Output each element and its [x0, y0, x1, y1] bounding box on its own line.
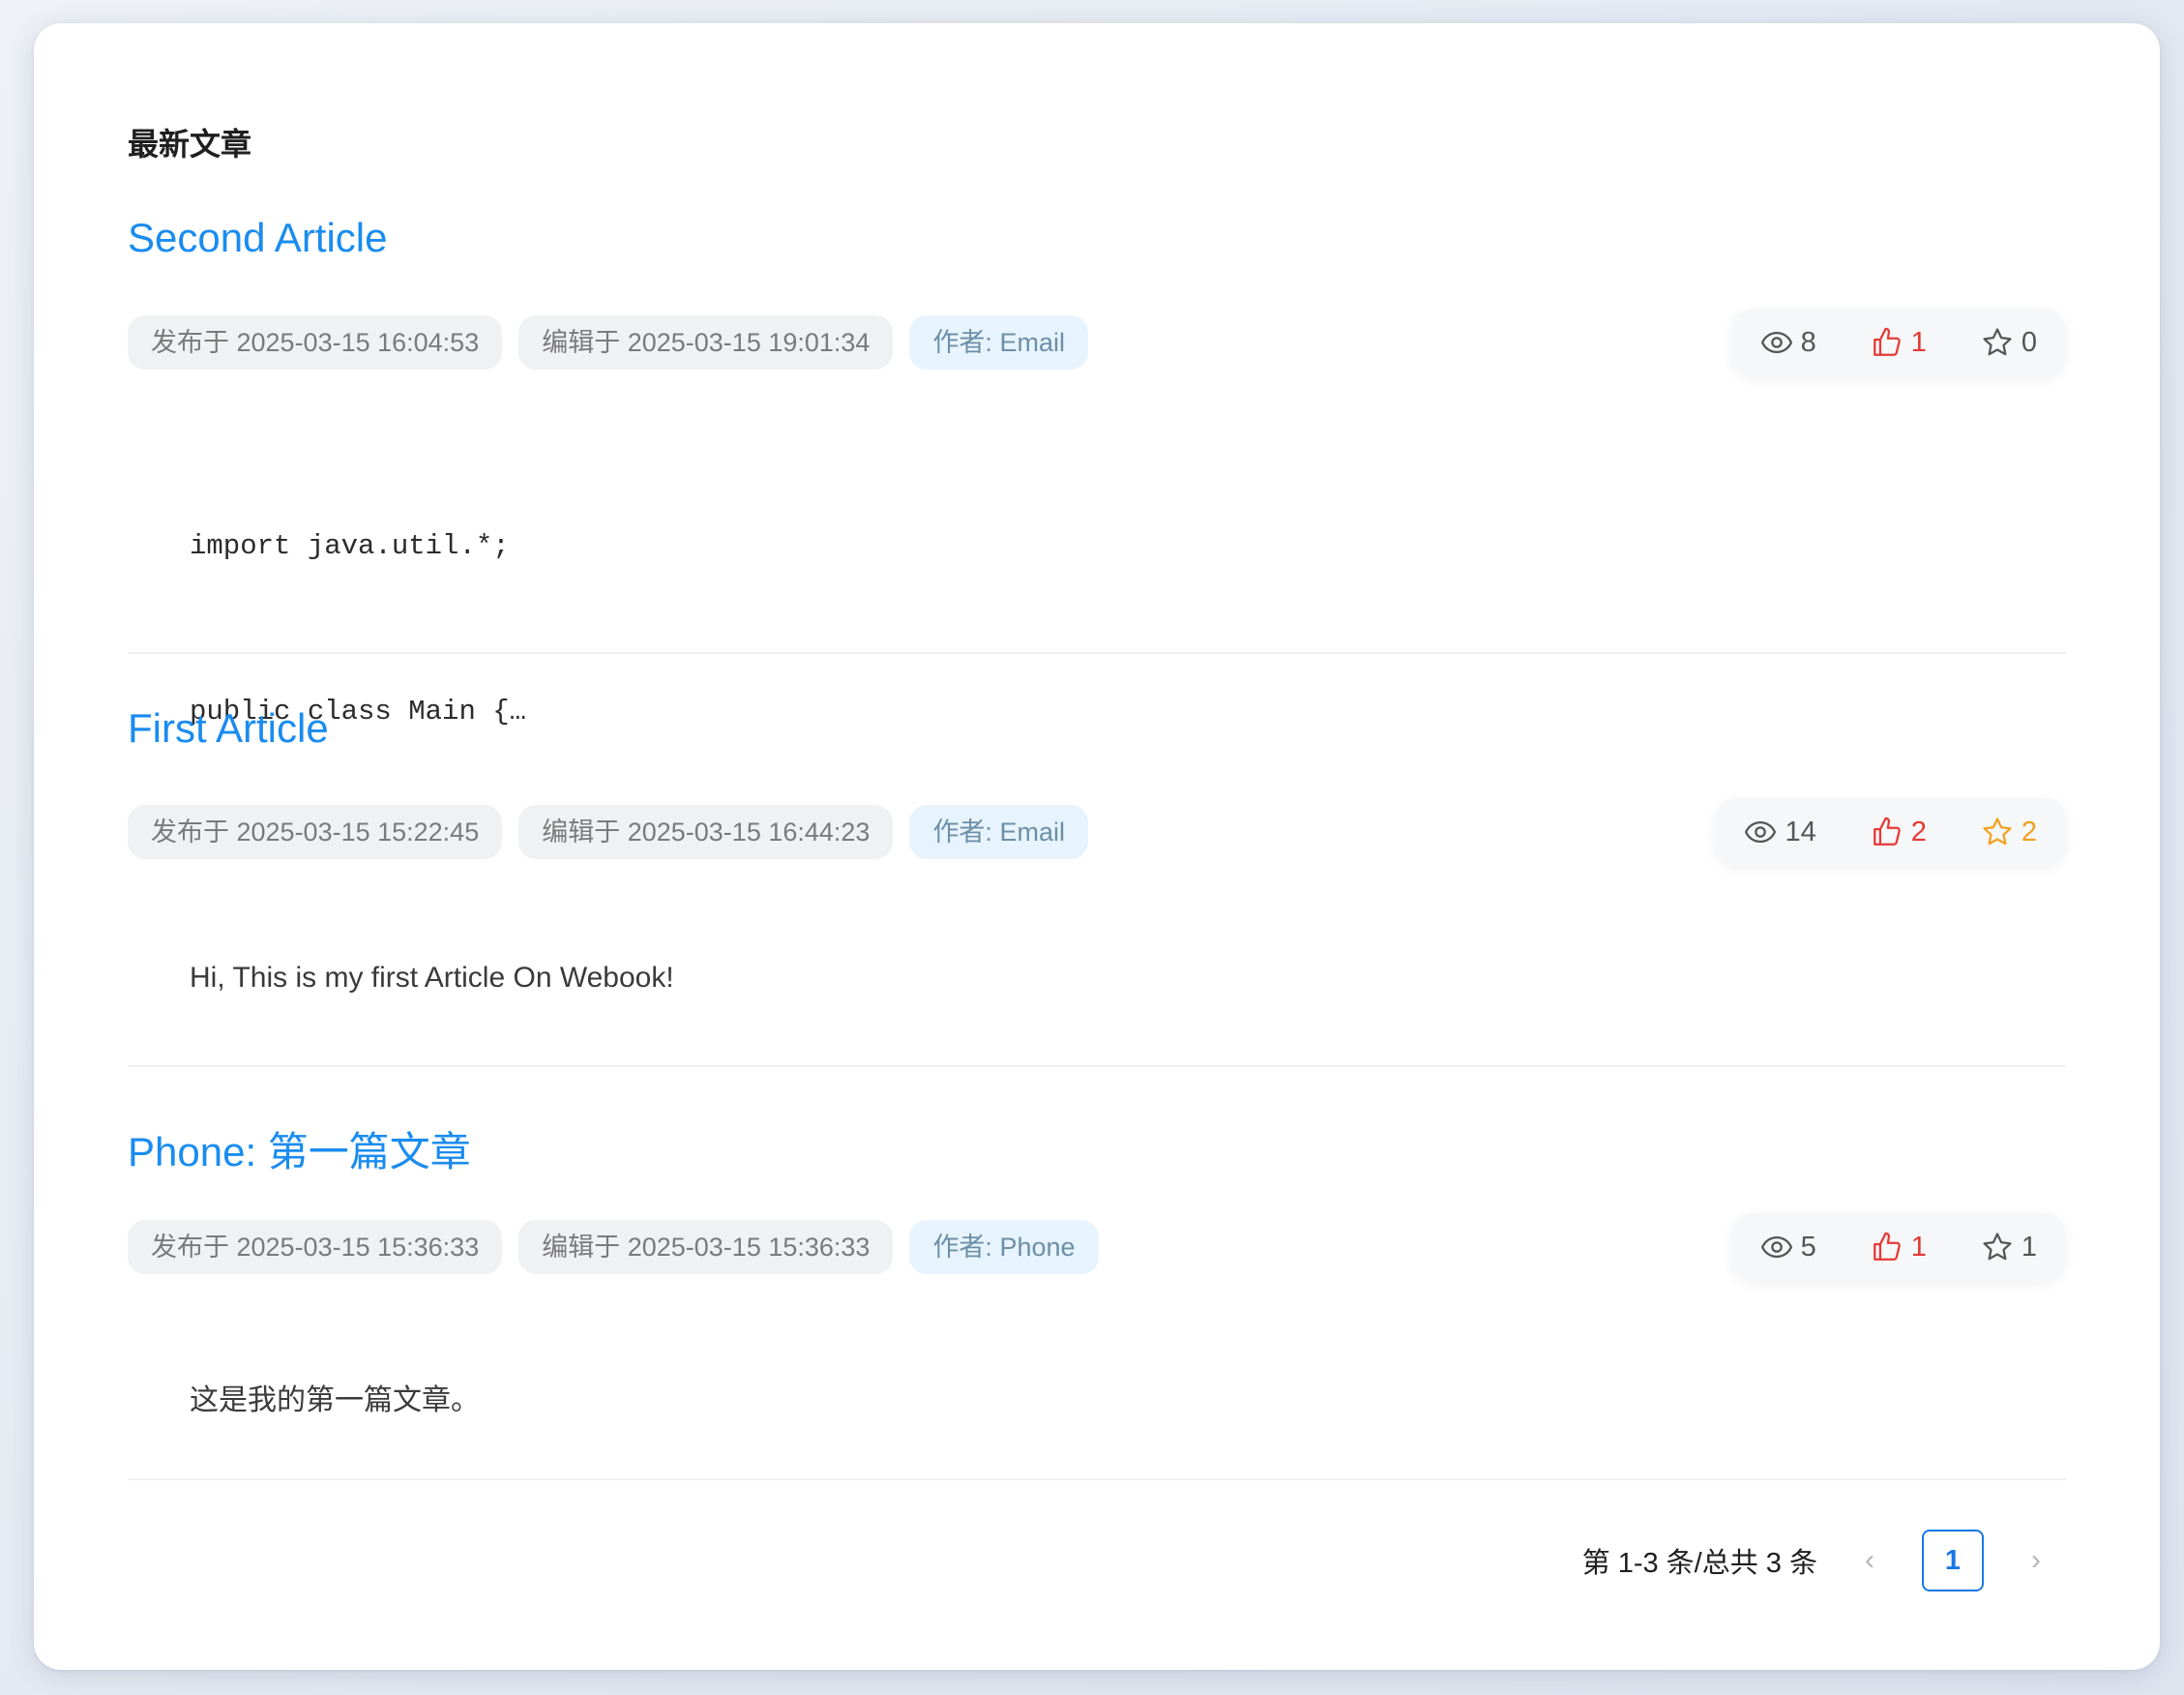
- favorites-count: 1: [2021, 1231, 2037, 1263]
- star-icon: [1983, 328, 2012, 356]
- favorites-count: 2: [2021, 816, 2037, 848]
- views-stat: 8: [1760, 326, 1816, 359]
- star-icon: [1983, 818, 2012, 846]
- likes-count: 2: [1910, 816, 1927, 848]
- like-button[interactable]: 2: [1871, 816, 1927, 848]
- published-tag: 发布于 2025-03-15 15:22:45: [128, 805, 503, 859]
- excerpt-line: import java.util.*;: [190, 530, 510, 562]
- article-stats: 14 2 2: [1715, 798, 2066, 866]
- author-tag: 作者: Email: [909, 315, 1088, 370]
- thumbs-up-icon: [1873, 327, 1901, 356]
- favorites-count: 0: [2021, 326, 2037, 358]
- views-stat: 5: [1760, 1231, 1816, 1264]
- likes-count: 1: [1910, 1231, 1927, 1263]
- like-button[interactable]: 1: [1871, 326, 1927, 359]
- favorite-button[interactable]: 2: [1981, 816, 2037, 848]
- thumbs-up-icon: [1873, 817, 1901, 846]
- thumbs-up-icon: [1873, 1232, 1901, 1261]
- edited-tag: 编辑于 2025-03-15 19:01:34: [518, 315, 894, 370]
- views-count: 5: [1800, 1231, 1816, 1263]
- article-stats: 5 1 1: [1730, 1213, 2066, 1281]
- article-meta: 发布于 2025-03-15 15:22:45 编辑于 2025-03-15 1…: [128, 805, 1088, 859]
- section-title: 最新文章: [128, 127, 252, 162]
- divider: [128, 652, 2066, 654]
- favorite-button[interactable]: 0: [1981, 326, 2037, 359]
- edited-tag: 编辑于 2025-03-15 16:44:23: [518, 805, 894, 859]
- likes-count: 1: [1910, 326, 1927, 358]
- article-excerpt: 这是我的第一篇文章。: [190, 1384, 480, 1416]
- article-meta: 发布于 2025-03-15 16:04:53 编辑于 2025-03-15 1…: [128, 315, 1088, 370]
- published-tag: 发布于 2025-03-15 15:36:33: [128, 1220, 503, 1274]
- views-stat: 14: [1744, 816, 1816, 848]
- pagination-total: 第 1-3 条/总共 3 条: [1581, 1548, 1817, 1579]
- views-count: 14: [1785, 816, 1816, 848]
- next-page-button[interactable]: ›: [2017, 1544, 2055, 1577]
- article-excerpt: Hi, This is my first Article On Webook!: [190, 962, 674, 994]
- divider: [128, 1478, 2066, 1480]
- eye-icon: [1760, 1235, 1792, 1259]
- author-tag: 作者: Email: [909, 805, 1088, 859]
- favorite-button[interactable]: 1: [1981, 1231, 2037, 1264]
- article-title-link[interactable]: Phone: 第一篇文章: [128, 1119, 471, 1178]
- article-stats: 8 1 0: [1730, 309, 2066, 376]
- eye-icon: [1745, 820, 1777, 844]
- eye-icon: [1760, 331, 1792, 354]
- author-tag: 作者: Phone: [909, 1220, 1099, 1274]
- article-title-link[interactable]: First Article: [128, 705, 329, 752]
- like-button[interactable]: 1: [1871, 1231, 1927, 1264]
- divider: [128, 1065, 2066, 1067]
- article-title-link[interactable]: Second Article: [128, 215, 388, 261]
- star-icon: [1983, 1233, 2012, 1261]
- published-tag: 发布于 2025-03-15 16:04:53: [128, 315, 503, 370]
- views-count: 8: [1800, 326, 1816, 358]
- article-meta: 发布于 2025-03-15 15:36:33 编辑于 2025-03-15 1…: [128, 1220, 1099, 1274]
- page-number-button[interactable]: 1: [1922, 1530, 1984, 1591]
- pagination: 第 1-3 条/总共 3 条 ‹ 1 ›: [1582, 1530, 2055, 1591]
- article-list-card: 最新文章 Second Article 发布于 2025-03-15 16:04…: [34, 23, 2160, 1670]
- prev-page-button[interactable]: ‹: [1850, 1544, 1889, 1577]
- edited-tag: 编辑于 2025-03-15 15:36:33: [518, 1220, 894, 1274]
